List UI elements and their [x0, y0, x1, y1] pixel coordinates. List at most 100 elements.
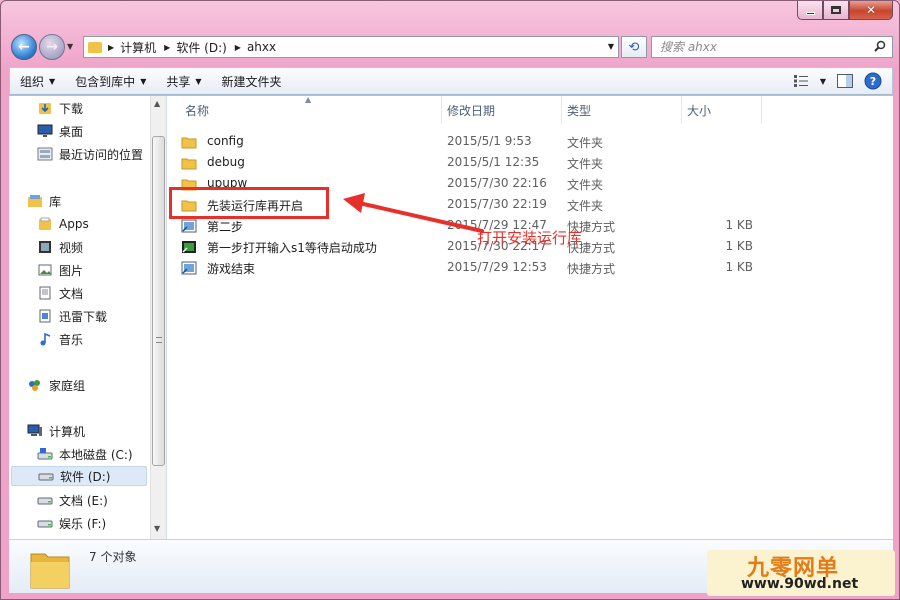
help-button[interactable]: ? — [864, 72, 882, 90]
column-header-row: ▲ 名称 修改日期 类型 大小 — [167, 95, 893, 124]
file-row[interactable]: config 2015/5/1 9:53 文件夹 — [181, 131, 781, 152]
breadcrumb-ahxx[interactable]: ahxx — [247, 40, 276, 54]
chevron-right-icon[interactable]: ▶ — [235, 43, 241, 52]
chevron-right-icon[interactable]: ▶ — [164, 43, 170, 52]
maximize-button[interactable] — [823, 1, 849, 20]
shortcut-icon — [181, 219, 197, 232]
column-divider[interactable] — [561, 96, 562, 124]
organize-label: 组织 — [20, 74, 45, 89]
new-folder-button[interactable]: 新建文件夹 — [212, 68, 292, 94]
nav-item-label: 软件 (D:) — [60, 469, 111, 484]
search-box[interactable] — [651, 36, 893, 58]
file-name: 第二步 — [207, 220, 244, 234]
file-row[interactable]: debug 2015/5/1 12:35 文件夹 — [181, 152, 781, 173]
nav-item-computer[interactable]: 计算机 — [27, 421, 85, 441]
nav-item-libraries[interactable]: 库 — [27, 191, 61, 211]
refresh-button[interactable]: ⟲ — [621, 36, 647, 58]
folder-icon — [181, 137, 197, 148]
nav-item-drive-d[interactable]: 软件 (D:) — [11, 466, 147, 486]
breadcrumb-computer[interactable]: 计算机 — [120, 39, 156, 56]
nav-item-drive-c[interactable]: 本地磁盘 (C:) — [37, 444, 133, 464]
folder-icon — [181, 158, 197, 169]
scroll-down-icon[interactable]: ▼ — [154, 524, 160, 533]
recent-pages-dropdown[interactable]: ▼ — [67, 42, 73, 51]
column-divider[interactable] — [761, 96, 762, 124]
scrollbar-thumb[interactable] — [152, 136, 165, 466]
large-folder-icon — [30, 553, 70, 589]
annotation-text: 打开安装运行库 — [477, 229, 583, 247]
column-type[interactable]: 类型 — [567, 102, 591, 119]
nav-item-pictures[interactable]: 图片 — [37, 260, 83, 280]
breadcrumb-drive-d[interactable]: 软件 (D:) — [176, 39, 226, 56]
nav-item-documents[interactable]: 文档 — [37, 283, 83, 303]
drive-c-icon — [37, 447, 53, 461]
nav-item-drive-f[interactable]: 娱乐 (F:) — [37, 513, 106, 533]
view-list-icon — [793, 75, 808, 87]
file-type: 文件夹 — [567, 136, 604, 150]
nav-item-music[interactable]: 音乐 — [37, 329, 83, 349]
search-input[interactable] — [660, 40, 860, 54]
nav-item-label: 图片 — [59, 263, 84, 278]
drive-f-icon — [37, 516, 53, 530]
nav-item-label: 家庭组 — [49, 378, 86, 393]
file-row[interactable]: 游戏结束 2015/7/29 12:53 快捷方式 1 KB — [181, 257, 781, 278]
organize-menu[interactable]: 组织 ▼ — [10, 68, 65, 94]
file-size: 1 KB — [725, 218, 753, 232]
column-divider[interactable] — [681, 96, 682, 124]
watermark-url: www.90wd.net — [741, 576, 859, 592]
nav-item-videos[interactable]: 视频 — [37, 237, 83, 257]
recent-places-icon — [37, 147, 53, 161]
nav-item-desktop[interactable]: 桌面 — [37, 121, 83, 141]
column-divider[interactable] — [441, 96, 442, 124]
nav-item-label: 视频 — [59, 240, 84, 255]
nav-item-recent-places[interactable]: 最近访问的位置 — [37, 144, 143, 164]
view-dropdown-icon[interactable]: ▼ — [820, 77, 826, 86]
include-in-library-label: 包含到库中 — [75, 74, 136, 89]
column-size[interactable]: 大小 — [687, 102, 711, 119]
nav-item-downloads[interactable]: 下载 — [37, 98, 83, 118]
caption-buttons: ✕ — [797, 1, 893, 20]
close-button[interactable]: ✕ — [849, 1, 893, 20]
nav-item-drive-e[interactable]: 文档 (E:) — [37, 490, 108, 510]
change-view-button[interactable] — [792, 72, 810, 90]
share-menu[interactable]: 共享 ▼ — [156, 68, 211, 94]
drive-d-icon — [38, 469, 54, 483]
nav-item-homegroup[interactable]: 家庭组 — [27, 375, 85, 395]
forward-button[interactable]: → — [39, 34, 65, 60]
apps-library-icon — [37, 217, 53, 231]
minimize-button[interactable] — [797, 1, 823, 20]
address-bar[interactable]: ▶ 计算机 ▶ 软件 (D:) ▶ ahxx ▼ — [83, 36, 619, 58]
video-library-icon — [37, 240, 53, 254]
close-icon: ✕ — [865, 3, 877, 17]
documents-library-icon — [37, 286, 53, 300]
nav-item-label: 迅雷下载 — [59, 309, 108, 324]
search-icon[interactable] — [874, 40, 886, 52]
view-controls: ▼ ? — [792, 72, 882, 90]
nav-item-label: 计算机 — [49, 424, 86, 439]
nav-item-label: 库 — [49, 194, 62, 209]
back-button[interactable]: ← — [11, 34, 37, 60]
include-in-library-menu[interactable]: 包含到库中 ▼ — [65, 68, 156, 94]
sort-ascending-icon: ▲ — [305, 95, 312, 104]
nav-item-thunder-downloads[interactable]: 迅雷下载 — [37, 306, 107, 326]
nav-item-label: 娱乐 (F:) — [59, 516, 107, 531]
file-name: config — [207, 134, 244, 148]
file-modified: 2015/5/1 9:53 — [447, 134, 532, 148]
desktop-icon — [37, 124, 53, 138]
caret-down-icon: ▼ — [195, 76, 202, 86]
computer-icon — [27, 424, 43, 438]
column-modified[interactable]: 修改日期 — [447, 102, 495, 119]
address-dropdown-icon[interactable]: ▼ — [608, 42, 614, 51]
folder-icon — [88, 41, 102, 53]
music-library-icon — [37, 332, 53, 346]
nav-item-apps[interactable]: Apps — [37, 214, 89, 234]
scroll-up-icon[interactable]: ▲ — [154, 99, 160, 108]
preview-pane-button[interactable] — [836, 72, 854, 90]
minimize-icon — [805, 11, 815, 15]
navigation-scrollbar[interactable]: ▲ ▼ — [150, 96, 166, 539]
nav-item-label: 文档 (E:) — [59, 493, 108, 508]
nav-item-label: 文档 — [59, 286, 84, 301]
column-name[interactable]: 名称 — [185, 102, 209, 119]
nav-item-label: 下载 — [59, 101, 84, 116]
chevron-right-icon[interactable]: ▶ — [108, 43, 114, 52]
